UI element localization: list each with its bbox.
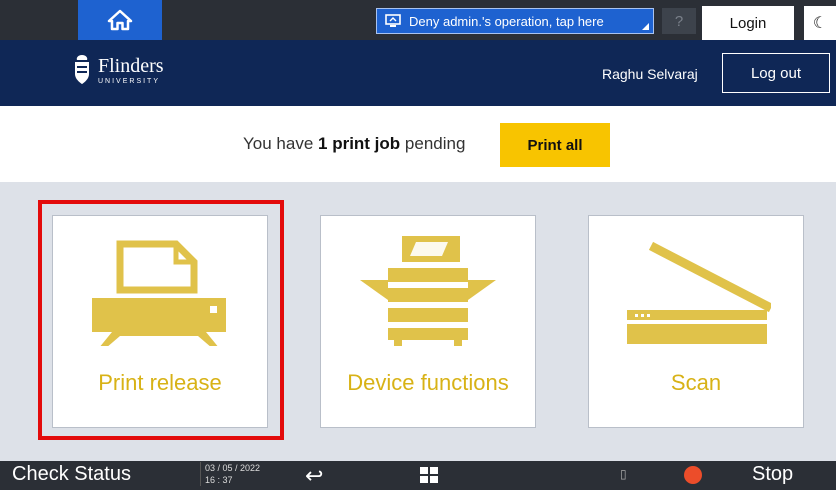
back-icon[interactable]: ↩ [305,463,323,489]
home-icon [107,9,133,31]
system-top-bar: Deny admin.'s operation, tap here ? Logi… [0,0,836,40]
selection-highlight [38,200,284,440]
tile-label: Scan [670,370,722,395]
time: 16 : 37 [205,475,233,485]
print-all-button[interactable]: Print all [500,123,610,167]
deny-admin-operation-label: Deny admin.'s operation, tap here [409,13,604,29]
pending-job-word: print job [327,134,401,153]
corner-resize-icon [642,23,649,30]
login-button[interactable]: Login [702,6,794,40]
tile-label: Device functions [347,370,509,395]
copier-icon [360,236,496,346]
crest-icon [75,55,89,84]
scanner-icon [627,241,771,344]
system-bottom-bar: Check Status 03 / 05 / 2022 16 : 37 ↩ ▯ … [0,461,836,490]
pending-jobs-bar: You have 1 print job pending Print all [0,106,836,182]
date: 03 / 05 / 2022 [205,463,261,473]
moon-icon: ☾ [812,15,828,32]
energy-saver-button[interactable]: ☾ [802,6,836,40]
app-header: Flinders UNIVERSITY Raghu Selvaraj Log o… [0,40,836,106]
brand-name: Flinders [98,54,164,77]
check-status-button[interactable]: Check Status [12,463,131,486]
home-button[interactable] [78,0,162,40]
pending-jobs-message: You have 1 print job pending [243,134,465,154]
app-grid-icon[interactable] [420,467,438,488]
pending-prefix: You have [243,134,318,153]
brand-subtitle: UNIVERSITY [98,77,161,85]
logout-button[interactable]: Log out [722,53,830,93]
tile-device-functions[interactable]: Device functions [320,215,536,428]
deny-admin-operation-button[interactable]: Deny admin.'s operation, tap here [376,8,654,34]
pending-suffix: pending [400,134,466,153]
stop-button[interactable]: Stop [752,463,793,486]
tile-scan[interactable]: Scan [588,215,804,428]
flinders-logo: Flinders UNIVERSITY [72,54,164,86]
data-indicator-icon: ▯ [620,467,627,481]
help-button[interactable]: ? [662,8,696,34]
user-name: Raghu Selvaraj [602,66,698,82]
date-time: 03 / 05 / 2022 16 : 37 [200,462,260,486]
screen-share-icon [385,14,401,27]
stop-icon[interactable] [684,466,702,484]
